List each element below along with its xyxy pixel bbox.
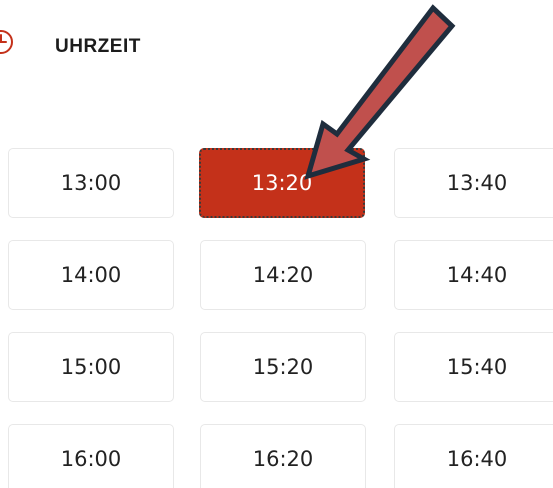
time-slot-label: 14:00 xyxy=(60,263,122,287)
time-slot-1540[interactable]: 15:40 xyxy=(394,332,553,402)
time-slot-1640[interactable]: 16:40 xyxy=(394,424,553,488)
clock-icon xyxy=(0,30,13,54)
time-slot-label: 13:20 xyxy=(251,171,313,195)
time-slot-label: 13:00 xyxy=(60,171,122,195)
time-slot-1420[interactable]: 14:20 xyxy=(200,240,366,310)
time-slot-1520[interactable]: 15:20 xyxy=(200,332,366,402)
time-slot-label: 15:00 xyxy=(60,355,122,379)
time-slot-label: 16:40 xyxy=(446,447,508,471)
time-slot-1400[interactable]: 14:00 xyxy=(8,240,174,310)
time-slot-label: 16:20 xyxy=(252,447,314,471)
time-slot-1600[interactable]: 16:00 xyxy=(8,424,174,488)
time-slot-1440[interactable]: 14:40 xyxy=(394,240,553,310)
time-slot-1620[interactable]: 16:20 xyxy=(200,424,366,488)
time-slot-1500[interactable]: 15:00 xyxy=(8,332,174,402)
time-slot-1340[interactable]: 13:40 xyxy=(394,148,553,218)
time-slot-1300[interactable]: 13:00 xyxy=(8,148,174,218)
time-slot-label: 15:40 xyxy=(446,355,508,379)
time-slot-1320-selected[interactable]: 13:20 xyxy=(199,148,365,218)
time-slot-label: 14:20 xyxy=(252,263,314,287)
time-slot-label: 15:20 xyxy=(252,355,314,379)
time-picker-page: UHRZEIT 13:00 13:20 13:40 14:00 14:20 14… xyxy=(0,0,553,488)
time-slot-label: 13:40 xyxy=(446,171,508,195)
section-title: UHRZEIT xyxy=(55,36,141,57)
time-slot-label: 16:00 xyxy=(60,447,122,471)
time-slot-label: 14:40 xyxy=(446,263,508,287)
